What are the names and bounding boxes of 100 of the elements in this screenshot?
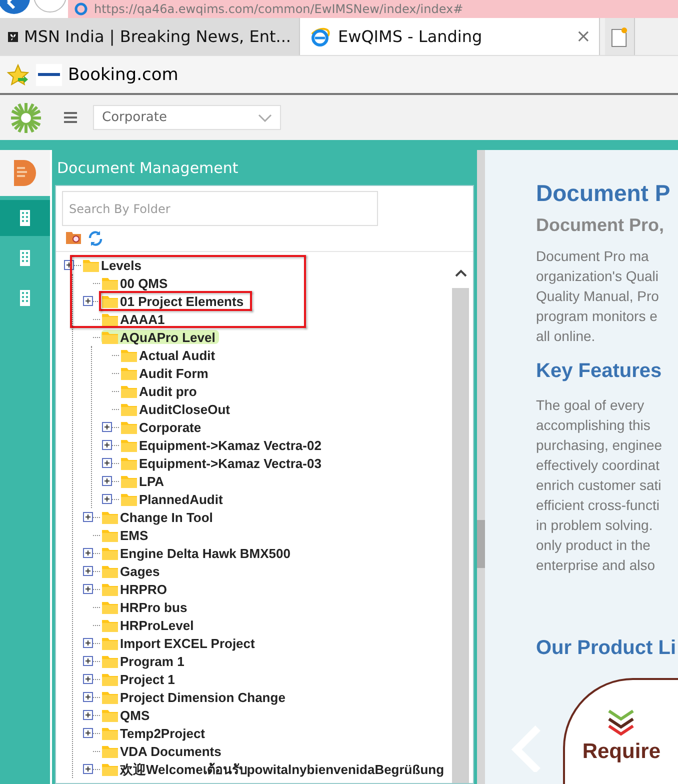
folder-icon <box>102 564 118 578</box>
refresh-icon[interactable] <box>88 231 103 246</box>
folder-item[interactable]: AQuAPro Level <box>101 330 220 344</box>
folder-item[interactable]: Temp2Project <box>101 726 210 740</box>
folder-icon <box>102 708 118 722</box>
expand-icon[interactable] <box>83 692 93 702</box>
folder-icon <box>102 312 118 326</box>
expand-icon[interactable] <box>83 296 93 306</box>
folder-icon <box>121 384 137 398</box>
expand-icon[interactable] <box>83 764 93 774</box>
new-page-icon <box>611 26 628 48</box>
expand-icon[interactable] <box>83 584 93 594</box>
folder-item[interactable]: Program 1 <box>101 654 188 668</box>
chevron-down-icon <box>258 114 272 122</box>
folder-icon <box>121 456 137 470</box>
folder-icon <box>102 294 118 308</box>
folder-item[interactable]: QMS <box>101 708 154 722</box>
folder-icon <box>121 420 137 434</box>
expand-icon[interactable] <box>83 566 93 576</box>
folder-icon <box>102 618 118 632</box>
panel-title: Document Management <box>56 158 240 178</box>
expand-icon[interactable] <box>83 656 93 666</box>
folder-icon <box>102 582 118 596</box>
expand-icon[interactable] <box>102 476 112 486</box>
folder-item[interactable]: Gages <box>101 564 164 578</box>
folder-item[interactable]: AAAA1 <box>101 312 169 326</box>
expand-icon[interactable] <box>102 422 112 432</box>
documents-nav-button[interactable] <box>0 150 50 196</box>
folder-item[interactable]: HRProLevel <box>101 618 198 632</box>
folder-icon <box>121 492 137 506</box>
folder-icon <box>102 762 118 776</box>
folder-icon <box>102 726 118 740</box>
expand-icon[interactable] <box>83 674 93 684</box>
folder-item[interactable]: Import EXCEL Project <box>101 636 259 650</box>
folder-item[interactable]: Change In Tool <box>101 510 217 524</box>
folder-item[interactable]: VDA Documents <box>101 744 226 758</box>
favorite-link[interactable]: Booking.com <box>36 64 178 86</box>
folder-item[interactable]: 欢迎Welcomeเต้อนรับpowitalnybienvenidaBegrüßung <box>101 762 448 776</box>
folder-item[interactable]: Actual Audit <box>120 348 220 362</box>
menu-icon[interactable] <box>64 112 77 123</box>
section-heading: Our Product Li <box>536 637 677 660</box>
folder-icon <box>102 600 118 614</box>
expand-icon[interactable] <box>83 710 93 720</box>
folder-item[interactable]: 00 QMS <box>101 276 172 290</box>
building-nav-button[interactable] <box>0 200 50 236</box>
expand-icon[interactable] <box>102 440 112 450</box>
folder-icon <box>83 258 99 272</box>
browser-tab[interactable]: EwQIMS - Landing × <box>300 18 600 55</box>
subtitle: Document Pro, <box>536 215 666 236</box>
folder-item[interactable]: 01 Project Elements <box>101 294 248 308</box>
product-logo[interactable]: Require <box>562 678 678 784</box>
expand-icon[interactable] <box>83 638 93 648</box>
paragraph-line: The goal of every <box>536 396 646 415</box>
folder-search-icon[interactable] <box>66 231 82 245</box>
folder-icon <box>102 330 118 344</box>
paragraph-line: enterprise and also <box>536 556 656 575</box>
building-icon <box>20 210 30 226</box>
close-icon[interactable]: × <box>576 26 591 47</box>
folder-item[interactable]: AuditCloseOut <box>120 402 234 416</box>
folder-icon <box>102 546 118 560</box>
folder-item[interactable]: Equipment->Kamaz Vectra-02 <box>120 438 326 452</box>
company-select[interactable]: Corporate <box>93 105 281 130</box>
new-tab-button[interactable] <box>605 18 635 55</box>
building-icon <box>20 250 30 266</box>
folder-icon <box>102 690 118 704</box>
browser-tab[interactable]: MSN India | Breaking News, Ent... <box>0 18 300 55</box>
ie-icon <box>74 2 88 16</box>
folder-item[interactable]: HRPRO <box>101 582 171 596</box>
site-logo-icon <box>36 64 62 86</box>
expand-icon[interactable] <box>83 512 93 522</box>
expand-icon[interactable] <box>83 548 93 558</box>
expand-icon[interactable] <box>102 458 112 468</box>
folder-icon <box>121 438 137 452</box>
folder-item[interactable]: Levels <box>82 258 146 272</box>
folder-item[interactable]: Equipment->Kamaz Vectra-03 <box>120 456 326 470</box>
folder-icon <box>102 528 118 542</box>
folder-item[interactable]: EMS <box>101 528 152 542</box>
expand-icon[interactable] <box>102 494 112 504</box>
section-heading: Key Features <box>536 360 663 383</box>
scroll-up-icon[interactable] <box>454 269 466 277</box>
folder-icon <box>121 348 137 362</box>
scrollbar-thumb[interactable] <box>477 520 485 568</box>
expand-icon[interactable] <box>83 728 93 738</box>
folder-item[interactable]: Engine Delta Hawk BMX500 <box>101 546 294 560</box>
folder-item[interactable]: Audit pro <box>120 384 201 398</box>
favorites-star-icon[interactable] <box>6 62 30 86</box>
folder-icon <box>102 636 118 650</box>
building-icon <box>20 290 30 306</box>
scrollbar[interactable] <box>452 258 469 783</box>
search-field[interactable]: Search By Folder <box>62 191 378 226</box>
folder-item[interactable]: Corporate <box>120 420 206 434</box>
folder-item[interactable]: Project Dimension Change <box>101 690 290 704</box>
folder-icon <box>121 366 137 380</box>
folder-item[interactable]: HRPro bus <box>101 600 192 614</box>
folder-icon <box>121 474 137 488</box>
folder-item[interactable]: Project 1 <box>101 672 179 686</box>
folder-item[interactable]: Audit Form <box>120 366 212 380</box>
folder-item[interactable]: PlannedAudit <box>120 492 227 506</box>
folder-item[interactable]: LPA <box>120 474 168 488</box>
paragraph-line: only product in the <box>536 536 652 555</box>
